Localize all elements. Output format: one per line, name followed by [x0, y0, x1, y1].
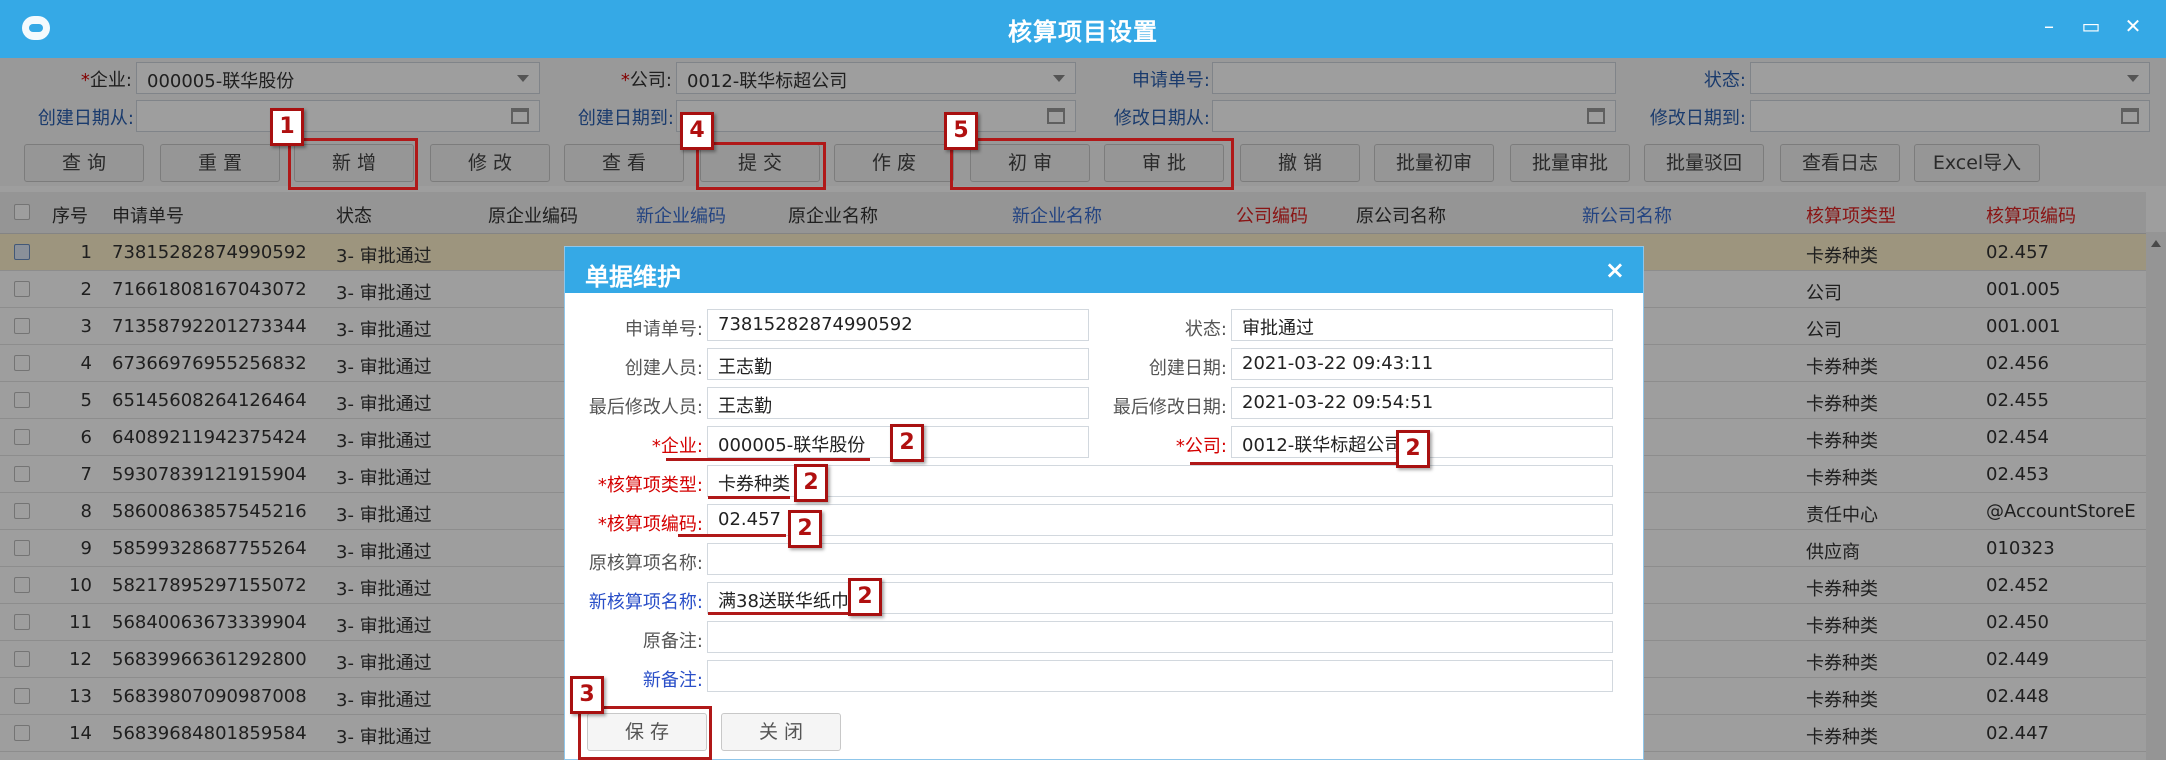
edit-dialog: 单据维护 × 申请单号: 73815282874990592 状态: 审批通过 … [564, 246, 1644, 760]
step-badge-2-new-item-name: 2 [848, 578, 882, 616]
underline-item-code [678, 534, 786, 537]
item-type-label: *核算项类型: [597, 475, 703, 496]
new-item-name-field[interactable]: 满38送联华纸巾 [707, 582, 1613, 614]
underline-company [1190, 462, 1408, 465]
old-remark-label: 原备注: [642, 631, 703, 652]
create-date-label: 创建日期: [1148, 358, 1227, 379]
request-no-label: 申请单号: [624, 319, 703, 340]
create-date-field[interactable]: 2021-03-22 09:43:11 [1231, 348, 1613, 380]
new-remark-field[interactable] [707, 660, 1613, 692]
window-title: 核算项目设置 [1008, 18, 1158, 46]
modify-date-field[interactable]: 2021-03-22 09:54:51 [1231, 387, 1613, 419]
step-badge-2-enterprise: 2 [890, 424, 924, 462]
highlight-save-button [578, 706, 712, 760]
title-bar: 核算项目设置 – ▭ ✕ [0, 0, 2166, 58]
item-type-field[interactable]: 卡券种类 [707, 465, 1613, 497]
underline-item-type [708, 496, 790, 499]
request-no-field[interactable]: 73815282874990592 [707, 309, 1089, 341]
dialog-header: 单据维护 × [565, 247, 1643, 293]
step-badge-4: 4 [680, 112, 714, 150]
status-label: 状态: [1184, 319, 1227, 340]
highlight-submit-button [696, 142, 826, 190]
new-item-name-label: 新核算项名称: [588, 592, 703, 613]
restore-icon[interactable]: ▭ [2080, 14, 2102, 38]
dialog-title: 单据维护 [585, 263, 681, 291]
close-button[interactable]: 关 闭 [721, 713, 841, 751]
underline-new-item-name [708, 612, 848, 615]
step-badge-2-company: 2 [1396, 430, 1430, 468]
window-controls: – ▭ ✕ [2038, 14, 2144, 38]
modify-date-label: 最后修改日期: [1112, 397, 1227, 418]
minimize-icon[interactable]: – [2038, 14, 2060, 38]
company-label: *公司: [1175, 436, 1227, 457]
modifier-label: 最后修改人员: [588, 397, 703, 418]
enterprise-label: *企业: [651, 436, 703, 457]
item-code-field[interactable]: 02.457 [707, 504, 1613, 536]
creator-label: 创建人员: [624, 358, 703, 379]
dialog-close-icon[interactable]: × [1605, 256, 1625, 284]
old-remark-field[interactable] [707, 621, 1613, 653]
highlight-add-button [288, 138, 418, 190]
step-badge-3: 3 [570, 676, 604, 714]
creator-field[interactable]: 王志勤 [707, 348, 1089, 380]
modifier-field[interactable]: 王志勤 [707, 387, 1089, 419]
old-item-name-label: 原核算项名称: [588, 553, 703, 574]
step-badge-1: 1 [270, 108, 304, 146]
old-item-name-field[interactable] [707, 543, 1613, 575]
status-field[interactable]: 审批通过 [1231, 309, 1613, 341]
item-code-label: *核算项编码: [597, 514, 703, 535]
step-badge-5: 5 [944, 112, 978, 150]
step-badge-2-item-code: 2 [788, 510, 822, 548]
highlight-review-buttons [950, 138, 1234, 190]
step-badge-2-item-type: 2 [794, 464, 828, 502]
underline-enterprise [666, 458, 870, 461]
close-icon[interactable]: ✕ [2122, 14, 2144, 38]
